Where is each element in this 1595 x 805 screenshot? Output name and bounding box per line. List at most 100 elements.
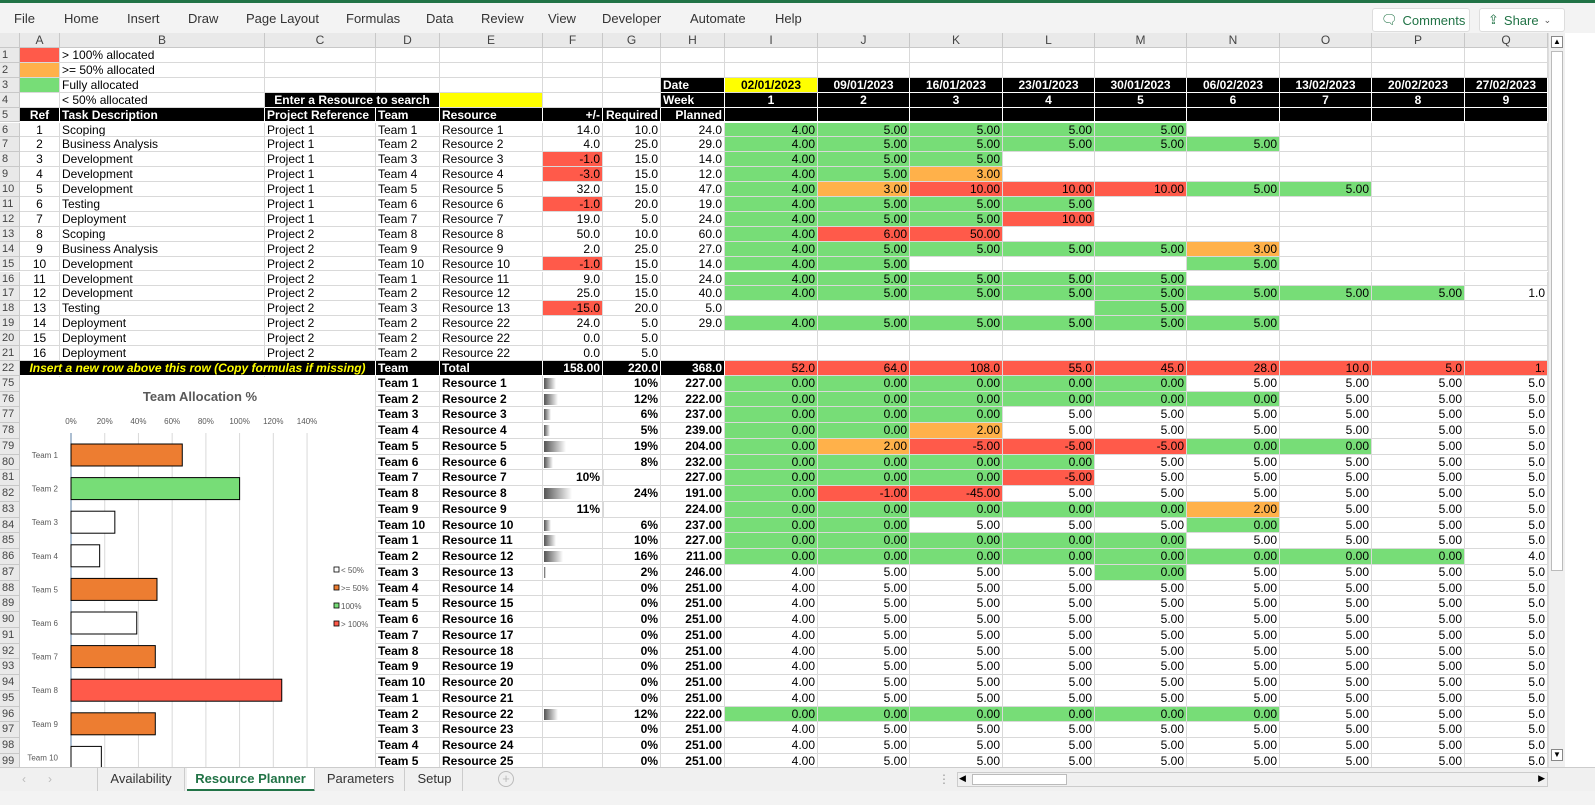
- team[interactable]: Team 8: [376, 226, 440, 242]
- row-header[interactable]: 82: [0, 486, 20, 502]
- week-allocation[interactable]: 5.00: [910, 197, 1003, 212]
- planned[interactable]: 24.0: [661, 122, 725, 138]
- week-allocation[interactable]: 10.00: [1095, 182, 1187, 197]
- resource[interactable]: Resource 4: [440, 167, 543, 183]
- week-allocation[interactable]: [1465, 152, 1548, 168]
- task-ref[interactable]: 16: [20, 346, 60, 361]
- week-allocation[interactable]: 5.00: [1372, 286, 1465, 302]
- week-allocation[interactable]: 4.00: [725, 211, 818, 227]
- row-header[interactable]: 83: [0, 501, 20, 518]
- planned[interactable]: 24.0: [661, 211, 725, 227]
- required[interactable]: 15.0: [603, 152, 661, 168]
- row-header[interactable]: 2: [0, 62, 20, 78]
- resource[interactable]: Resource 5: [440, 182, 543, 197]
- menu-home[interactable]: Home: [64, 11, 99, 26]
- week-allocation[interactable]: 5.00: [818, 197, 910, 212]
- task-description[interactable]: Deployment: [60, 346, 265, 361]
- week-allocation[interactable]: [1465, 167, 1548, 183]
- week-allocation[interactable]: 4.00: [725, 182, 818, 197]
- task-description[interactable]: Development: [60, 286, 265, 302]
- planned[interactable]: 60.0: [661, 226, 725, 242]
- row-header[interactable]: 79: [0, 438, 20, 455]
- required[interactable]: 5.0: [603, 211, 661, 227]
- task-description[interactable]: Business Analysis: [60, 241, 265, 257]
- task-ref[interactable]: 10: [20, 256, 60, 272]
- row-header[interactable]: 3: [0, 77, 20, 93]
- week-allocation[interactable]: 5.00: [910, 211, 1003, 227]
- week-allocation[interactable]: 10.00: [1003, 182, 1095, 197]
- row-header[interactable]: 14: [0, 241, 20, 257]
- planned[interactable]: 14.0: [661, 152, 725, 168]
- week-allocation[interactable]: [1372, 167, 1465, 183]
- week-allocation[interactable]: [1280, 167, 1372, 183]
- row-header[interactable]: 1: [0, 48, 20, 63]
- menu-review[interactable]: Review: [481, 11, 524, 26]
- week-allocation[interactable]: [910, 301, 1003, 317]
- week-allocation[interactable]: [1465, 122, 1548, 138]
- planned[interactable]: 12.0: [661, 167, 725, 183]
- team[interactable]: Team 9: [376, 241, 440, 257]
- resource[interactable]: Resource 3: [440, 152, 543, 168]
- scroll-down-icon[interactable]: ▼: [1551, 749, 1563, 761]
- project-reference[interactable]: Project 1: [265, 182, 376, 197]
- week-allocation[interactable]: 5.00: [1187, 137, 1280, 153]
- week-allocation[interactable]: [1187, 301, 1280, 317]
- team[interactable]: Team 3: [376, 301, 440, 317]
- week-allocation[interactable]: 4.00: [725, 271, 818, 287]
- resource[interactable]: Resource 1: [440, 122, 543, 138]
- task-ref[interactable]: 15: [20, 331, 60, 346]
- week-allocation[interactable]: 6.00: [818, 226, 910, 242]
- week-allocation[interactable]: 5.00: [910, 286, 1003, 302]
- row-header[interactable]: 86: [0, 549, 20, 565]
- week-allocation[interactable]: [1372, 137, 1465, 153]
- column-header-F[interactable]: F: [543, 33, 603, 48]
- column-header-E[interactable]: E: [440, 33, 543, 48]
- task-ref[interactable]: 6: [20, 197, 60, 212]
- required[interactable]: 15.0: [603, 182, 661, 197]
- required[interactable]: 5.0: [603, 331, 661, 346]
- planned[interactable]: [661, 346, 725, 361]
- planned[interactable]: 14.0: [661, 256, 725, 272]
- row-header[interactable]: 6: [0, 122, 20, 138]
- resource[interactable]: Resource 22: [440, 346, 543, 361]
- row-header[interactable]: 85: [0, 533, 20, 550]
- required[interactable]: 25.0: [603, 241, 661, 257]
- row-header[interactable]: 8: [0, 152, 20, 168]
- planned[interactable]: 5.0: [661, 301, 725, 317]
- week-allocation[interactable]: 5.00: [1280, 286, 1372, 302]
- week-allocation[interactable]: [1280, 301, 1372, 317]
- week-allocation[interactable]: [1095, 167, 1187, 183]
- row-header[interactable]: 81: [0, 470, 20, 487]
- planned[interactable]: 19.0: [661, 197, 725, 212]
- row-header[interactable]: 91: [0, 627, 20, 644]
- resource[interactable]: Resource 8: [440, 226, 543, 242]
- resource[interactable]: Resource 6: [440, 197, 543, 212]
- row-header[interactable]: 99: [0, 753, 20, 767]
- variance[interactable]: 0.0: [543, 346, 603, 361]
- week-allocation[interactable]: 4.00: [725, 286, 818, 302]
- week-allocation[interactable]: [1187, 226, 1280, 242]
- menu-insert[interactable]: Insert: [127, 11, 160, 26]
- variance[interactable]: -1.0: [543, 197, 603, 212]
- task-description[interactable]: Development: [60, 256, 265, 272]
- week-allocation[interactable]: [1465, 211, 1548, 227]
- week-allocation[interactable]: 5.00: [1003, 241, 1095, 257]
- select-all-corner[interactable]: [0, 33, 20, 48]
- week-allocation[interactable]: [1465, 197, 1548, 212]
- planned[interactable]: 29.0: [661, 137, 725, 153]
- week-allocation[interactable]: [818, 346, 910, 361]
- task-ref[interactable]: 9: [20, 241, 60, 257]
- planned[interactable]: 40.0: [661, 286, 725, 302]
- week-allocation[interactable]: [910, 331, 1003, 346]
- project-reference[interactable]: Project 1: [265, 137, 376, 153]
- week-allocation[interactable]: [1372, 316, 1465, 332]
- row-header[interactable]: 94: [0, 675, 20, 691]
- team[interactable]: Team 3: [376, 152, 440, 168]
- week-allocation[interactable]: 10.00: [910, 182, 1003, 197]
- week-allocation[interactable]: [1187, 167, 1280, 183]
- task-description[interactable]: Development: [60, 152, 265, 168]
- team[interactable]: Team 2: [376, 316, 440, 332]
- week-allocation[interactable]: 5.00: [1095, 137, 1187, 153]
- week-allocation[interactable]: 5.00: [1003, 137, 1095, 153]
- week-allocation[interactable]: [1280, 122, 1372, 138]
